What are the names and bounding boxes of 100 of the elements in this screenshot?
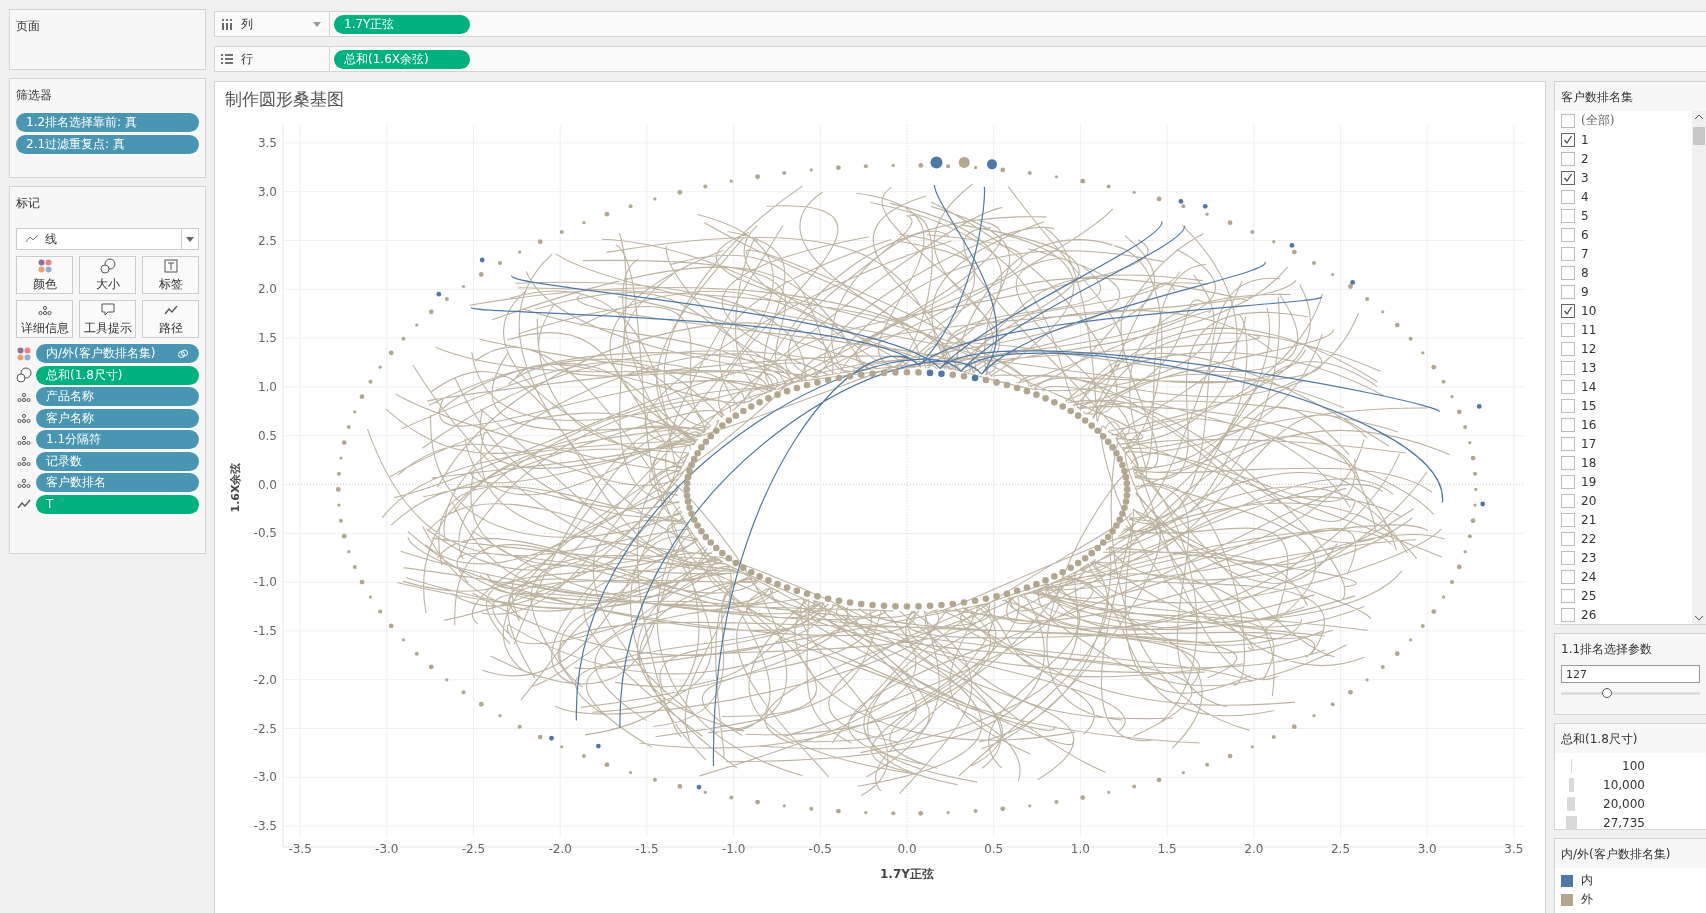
checkbox[interactable] xyxy=(1561,113,1575,128)
marks-button[interactable]: 大小 xyxy=(79,256,136,294)
marks-button[interactable]: 路径 xyxy=(142,300,199,338)
checkbox[interactable] xyxy=(1561,303,1575,318)
axis-tick-label: -2.5 xyxy=(461,842,486,856)
marks-button[interactable]: 详细信息 xyxy=(16,300,73,338)
filter-option[interactable]: 11 xyxy=(1555,320,1692,339)
checkbox[interactable] xyxy=(1561,588,1575,603)
checkbox[interactable] xyxy=(1561,208,1575,223)
axis-tick-label: -3.5 xyxy=(253,819,277,834)
axis-tick-label: 0.5 xyxy=(257,428,277,443)
y-axis-title: 1.6X余弦 xyxy=(229,462,242,513)
card-title: 筛选器 xyxy=(16,87,53,104)
checkbox[interactable] xyxy=(1561,398,1575,413)
filter-option[interactable]: 14 xyxy=(1555,377,1692,396)
legend-label: 内 xyxy=(1581,872,1593,889)
filter-option[interactable]: 15 xyxy=(1555,396,1692,415)
scroll-down-icon[interactable] xyxy=(1695,615,1703,621)
legend-label: 外 xyxy=(1581,891,1593,908)
filter-option[interactable]: 6 xyxy=(1555,225,1692,244)
panel-title: 1.1排名选择参数 xyxy=(1561,641,1654,658)
filter-option[interactable]: 13 xyxy=(1555,358,1692,377)
checkbox[interactable] xyxy=(1561,170,1575,185)
marks-button[interactable]: 颜色 xyxy=(16,256,73,294)
filter-option[interactable]: 7 xyxy=(1555,244,1692,263)
legend-label: 20,000 xyxy=(1602,796,1645,811)
filter-option[interactable]: 21 xyxy=(1555,510,1692,529)
checkbox[interactable] xyxy=(1561,436,1575,451)
checkbox[interactable] xyxy=(1561,246,1575,261)
checkbox[interactable] xyxy=(1561,265,1575,280)
caret-icon xyxy=(186,236,194,242)
checkbox[interactable] xyxy=(1561,455,1575,470)
shelf-label: 行 xyxy=(241,50,253,68)
card-title: 页面 xyxy=(16,18,41,35)
filter-option[interactable]: 4 xyxy=(1555,187,1692,206)
filter-option[interactable]: 25 xyxy=(1555,586,1692,605)
checkbox[interactable] xyxy=(1561,360,1575,375)
checkbox[interactable] xyxy=(1561,189,1575,204)
axis-tick-label: 3.0 xyxy=(1417,842,1437,856)
filter-option[interactable]: 17 xyxy=(1555,434,1692,453)
scroll-thumb[interactable] xyxy=(1693,127,1705,145)
caret-icon xyxy=(313,21,321,27)
axis-tick-label: -1.5 xyxy=(635,842,659,856)
scrollbar[interactable] xyxy=(1692,111,1706,624)
filter-option[interactable]: 24 xyxy=(1555,567,1692,586)
parameter-input[interactable]: 127 xyxy=(1561,665,1700,683)
filter-option[interactable]: 20 xyxy=(1555,491,1692,510)
checkbox[interactable] xyxy=(1561,607,1575,622)
filter-option[interactable]: 16 xyxy=(1555,415,1692,434)
filter-option[interactable]: 22 xyxy=(1555,529,1692,548)
axis-tick-label: 0.5 xyxy=(984,842,1004,856)
filter-option[interactable]: (全部) xyxy=(1555,111,1692,130)
checkbox[interactable] xyxy=(1561,550,1575,565)
size-icon xyxy=(16,367,32,383)
checkbox[interactable] xyxy=(1561,284,1575,299)
filter-option[interactable]: 3 xyxy=(1555,168,1692,187)
filter-option[interactable]: 2 xyxy=(1555,149,1692,168)
axis-tick-label: 3.5 xyxy=(1504,842,1524,856)
mark-type-dropdown[interactable]: 线 xyxy=(16,228,199,250)
filter-option[interactable]: 19 xyxy=(1555,472,1692,491)
checkbox[interactable] xyxy=(1561,512,1575,527)
axis-tick-label: -1.5 xyxy=(253,623,277,638)
checkbox[interactable] xyxy=(1561,474,1575,489)
filter-option[interactable]: 26 xyxy=(1555,605,1692,624)
filter-option[interactable]: 1 xyxy=(1555,130,1692,149)
axis-tick-label: 3.5 xyxy=(257,135,277,150)
axis-tick-label: 0.0 xyxy=(897,842,917,856)
axis-tick-label: -2.0 xyxy=(253,672,277,687)
checkbox[interactable] xyxy=(1561,569,1575,584)
axis-tick-label: 1.0 xyxy=(257,379,277,394)
panel-title: 内/外(客户数排名集) xyxy=(1555,839,1706,868)
axis-tick-label: 1.0 xyxy=(1070,842,1090,856)
checkbox[interactable] xyxy=(1561,379,1575,394)
color-dots-icon xyxy=(16,345,32,362)
filter-option[interactable]: 18 xyxy=(1555,453,1692,472)
card-title: 标记 xyxy=(16,195,41,212)
filter-option[interactable]: 23 xyxy=(1555,548,1692,567)
checkbox[interactable] xyxy=(1561,531,1575,546)
legend-label: 10,000 xyxy=(1602,777,1645,792)
slider-thumb[interactable] xyxy=(1601,688,1612,698)
checkbox[interactable] xyxy=(1561,227,1575,242)
filter-option[interactable]: 10 xyxy=(1555,301,1692,320)
axis-tick-label: 0.0 xyxy=(257,477,277,492)
axis-tick-label: 1.5 xyxy=(257,331,277,346)
marks-button[interactable]: 标签 xyxy=(142,256,199,294)
filter-option[interactable]: 9 xyxy=(1555,282,1692,301)
filter-option[interactable]: 5 xyxy=(1555,206,1692,225)
marks-button[interactable]: 工具提示 xyxy=(79,300,136,338)
checkbox[interactable] xyxy=(1561,151,1575,166)
panel-title: 总和(1.8尺寸) xyxy=(1555,724,1706,753)
filter-option[interactable]: 12 xyxy=(1555,339,1692,358)
legend-label: 100 xyxy=(1621,758,1645,773)
scroll-up-icon[interactable] xyxy=(1695,114,1703,120)
checkbox[interactable] xyxy=(1561,341,1575,356)
axis-tick-label: -2.5 xyxy=(253,721,277,736)
checkbox[interactable] xyxy=(1561,493,1575,508)
checkbox[interactable] xyxy=(1561,132,1575,147)
filter-option[interactable]: 8 xyxy=(1555,263,1692,282)
checkbox[interactable] xyxy=(1561,417,1575,432)
checkbox[interactable] xyxy=(1561,322,1575,337)
